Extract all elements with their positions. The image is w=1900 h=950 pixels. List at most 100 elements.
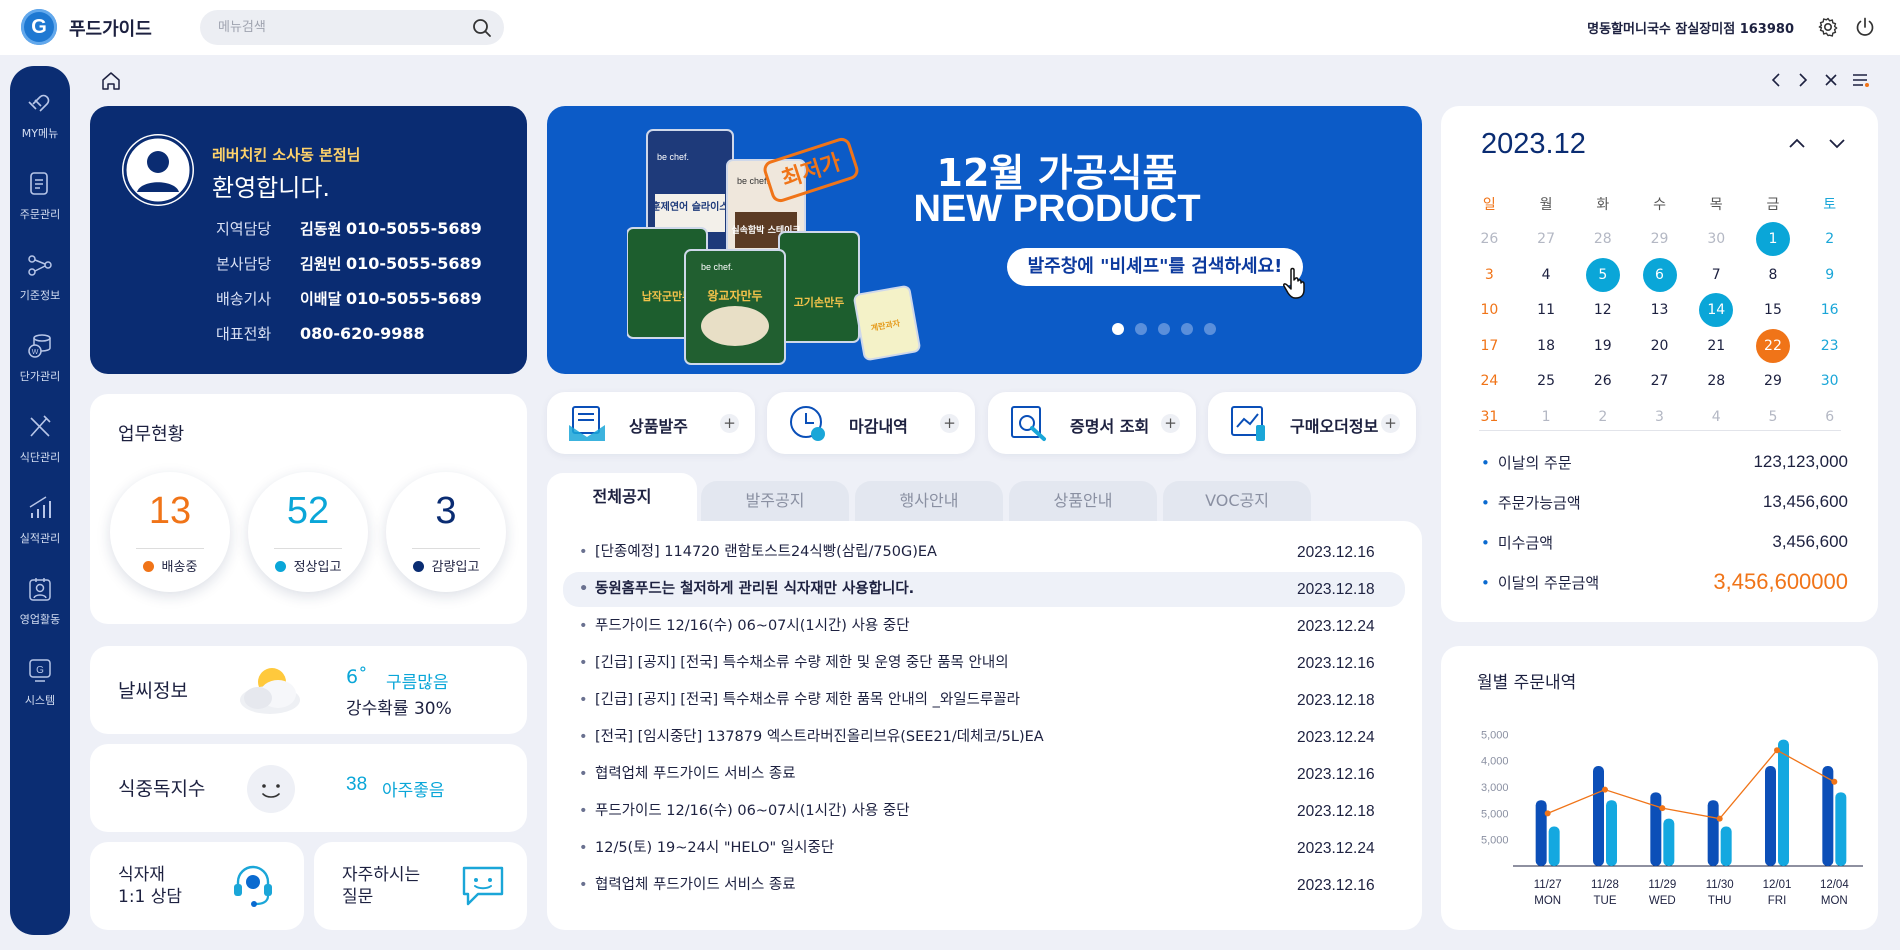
calendar-day[interactable]: 14 [1688,293,1745,328]
slide-dot[interactable] [1204,323,1216,335]
calendar-day[interactable]: 21 [1688,338,1745,354]
calendar-day[interactable]: 4 [1518,267,1575,283]
slide-dot[interactable] [1181,323,1193,335]
slide-dot[interactable] [1112,323,1124,335]
sidebar-item-order[interactable]: 주문관리 [10,159,70,235]
notice-row[interactable]: 푸드가이드 12/16(수) 06~07시(1시간) 사용 중단 2023.12.… [563,609,1405,644]
calendar-day[interactable]: 31 [1461,409,1518,425]
quick-purchase-order-button[interactable]: 구매오더정보 + [1208,392,1416,454]
tab-all-notice[interactable]: 전체공지 [547,473,697,521]
calendar-day[interactable]: 23 [1801,338,1858,354]
slide-dot[interactable] [1135,323,1147,335]
sidebar-item-price[interactable]: W 단가관리 [10,321,70,397]
calendar-day[interactable]: 6 [1631,257,1688,292]
plus-icon[interactable]: + [1161,414,1180,433]
calendar-day[interactable]: 6 [1801,409,1858,425]
quick-order-button[interactable]: 상품발주 + [547,392,755,454]
calendar-day[interactable]: 2 [1801,231,1858,247]
contact-phone[interactable]: 010-5055-5689 [346,219,482,238]
contact-phone[interactable]: 080-620-9988 [300,324,425,343]
sidebar-item-base-info[interactable]: 기준정보 [10,240,70,316]
calendar-day[interactable]: 24 [1461,373,1518,389]
notice-row[interactable]: [단종예정] 114720 랜함토스트24식빵(삼립/750G)EA 2023.1… [563,535,1405,570]
calendar-day[interactable]: 1 [1518,409,1575,425]
app-name[interactable]: 푸드가이드 [69,15,152,41]
quick-closing-button[interactable]: 마감내역 + [767,392,975,454]
search-icon[interactable] [472,18,492,38]
calendar-day[interactable]: 22 [1745,328,1802,363]
calendar-day[interactable]: 26 [1461,231,1518,247]
calendar-day[interactable]: 30 [1688,231,1745,247]
calendar-day[interactable]: 1 [1745,222,1802,257]
contact-phone[interactable]: 010-5055-5689 [346,289,482,308]
notice-row[interactable]: 협력업체 푸드가이드 서비스 종료 2023.12.16 [563,868,1405,903]
tab-menu-icon[interactable] [1850,70,1870,90]
sidebar-item-performance[interactable]: 실적관리 [10,483,70,559]
banner-cta-button[interactable]: 발주창에 "비셰프"를 검색하세요! [1007,248,1303,286]
calendar-day[interactable]: 30 [1801,373,1858,389]
tab-order-notice[interactable]: 발주공지 [701,481,849,521]
close-icon[interactable] [1821,70,1841,90]
calendar-day[interactable]: 3 [1461,267,1518,283]
plus-icon[interactable]: + [1381,414,1400,433]
chevron-left-icon[interactable] [1766,70,1786,90]
chevron-up-icon[interactable] [1786,132,1808,154]
calendar-day[interactable]: 9 [1801,267,1858,283]
chevron-down-icon[interactable] [1826,132,1848,154]
logo-icon[interactable]: G [21,9,57,45]
tab-voc-notice[interactable]: VOC공지 [1163,481,1311,521]
sidebar-item-meal[interactable]: 식단관리 [10,402,70,478]
calendar-day[interactable]: 20 [1631,338,1688,354]
calendar-day[interactable]: 27 [1631,373,1688,389]
calendar-day[interactable]: 29 [1631,231,1688,247]
calendar-day[interactable]: 5 [1745,409,1802,425]
slide-dot[interactable] [1158,323,1170,335]
sidebar-item-sales[interactable]: 영업활동 [10,564,70,640]
calendar-day[interactable]: 28 [1574,231,1631,247]
status-normal-in[interactable]: 52 정상입고 [248,472,368,592]
plus-icon[interactable]: + [720,414,739,433]
calendar-day[interactable]: 5 [1574,257,1631,292]
sidebar-item-my-menu[interactable]: MY메뉴 [10,78,70,154]
calendar-day[interactable]: 19 [1574,338,1631,354]
calendar-day[interactable]: 8 [1745,267,1802,283]
calendar-day[interactable]: 15 [1745,302,1802,318]
consult-card[interactable]: 식자재 1:1 상담 [90,842,304,930]
notice-row[interactable]: 협력업체 푸드가이드 서비스 종료 2023.12.16 [563,757,1405,792]
gear-icon[interactable] [1817,16,1839,38]
notice-row[interactable]: 12/5(토) 19~24시 "HELO" 일시중단 2023.12.24 [563,831,1405,866]
sidebar-item-system[interactable]: G 시스템 [10,645,70,721]
calendar-day[interactable]: 29 [1745,373,1802,389]
notice-row[interactable]: [전국] [임시중단] 137879 엑스트라버진올리브유(SEE21/데체코/… [563,720,1405,755]
contact-phone[interactable]: 010-5055-5689 [346,254,482,273]
calendar-day[interactable]: 7 [1688,267,1745,283]
promo-banner[interactable]: be chef. 훈제연어 슬라이스 be chef. 실속함박 스테이크 최저… [547,106,1422,374]
calendar-day[interactable]: 2 [1574,409,1631,425]
home-icon[interactable] [100,70,122,92]
notice-row[interactable]: 푸드가이드 12/16(수) 06~07시(1시간) 사용 중단 2023.12.… [563,794,1405,829]
notice-row[interactable]: [긴급] [공지] [전국] 특수채소류 수량 제한 및 운영 중단 품목 안내… [563,646,1405,681]
notice-row[interactable]: 동원홈푸드는 철저하게 관리된 식자재만 사용합니다. 2023.12.18 [563,572,1405,607]
notice-row[interactable]: [긴급] [공지] [전국] 특수채소류 수량 제한 품목 안내의 _와일드루꼴… [563,683,1405,718]
quick-certificate-button[interactable]: 증명서 조회 + [988,392,1196,454]
status-reduced-in[interactable]: 3 감량입고 [386,472,506,592]
calendar-day[interactable]: 10 [1461,302,1518,318]
calendar-day[interactable]: 11 [1518,302,1575,318]
calendar-day[interactable]: 16 [1801,302,1858,318]
calendar-day[interactable]: 26 [1574,373,1631,389]
calendar-day[interactable]: 18 [1518,338,1575,354]
calendar-day[interactable]: 28 [1688,373,1745,389]
calendar-day[interactable]: 25 [1518,373,1575,389]
calendar-day[interactable]: 3 [1631,409,1688,425]
status-delivering[interactable]: 13 배송중 [110,472,230,592]
calendar-day[interactable]: 12 [1574,302,1631,318]
calendar-day[interactable]: 17 [1461,338,1518,354]
tab-product-info[interactable]: 상품안내 [1009,481,1157,521]
calendar-day[interactable]: 13 [1631,302,1688,318]
tab-event-info[interactable]: 행사안내 [855,481,1003,521]
chevron-right-icon[interactable] [1793,70,1813,90]
calendar-day[interactable]: 4 [1688,409,1745,425]
menu-search-input[interactable] [218,10,468,45]
power-icon[interactable] [1854,16,1876,38]
calendar-day[interactable]: 27 [1518,231,1575,247]
